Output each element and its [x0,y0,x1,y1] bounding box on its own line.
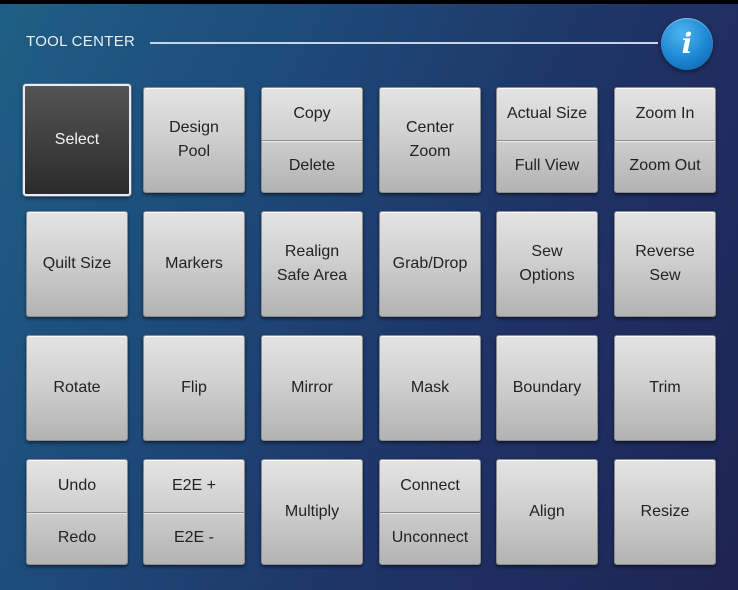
mask-button[interactable]: Mask [379,335,481,441]
align-button[interactable]: Align [496,459,598,565]
e2e-minus-button[interactable]: E2E - [144,513,244,565]
full-view-button[interactable]: Full View [497,141,597,193]
header-divider [150,42,658,44]
grab-drop-button[interactable]: Grab/Drop [379,211,481,317]
flip-button[interactable]: Flip [143,335,245,441]
rotate-button[interactable]: Rotate [26,335,128,441]
info-icon: i [681,27,693,60]
undo-button[interactable]: Undo [27,460,127,512]
zoom-out-button[interactable]: Zoom Out [615,141,715,193]
boundary-button[interactable]: Boundary [496,335,598,441]
center-zoom-button[interactable]: Center Zoom [379,87,481,193]
select-button[interactable]: Select [23,84,131,196]
info-button[interactable]: i [661,18,713,70]
resize-button[interactable]: Resize [614,459,716,565]
connect-button[interactable]: Connect [380,460,480,512]
size-view-button: Actual Size Full View [496,87,598,193]
actual-size-button[interactable]: Actual Size [497,88,597,140]
reverse-sew-button[interactable]: Reverse Sew [614,211,716,317]
redo-button[interactable]: Redo [27,513,127,565]
copy-delete-button: Copy Delete [261,87,363,193]
zoom-in-button[interactable]: Zoom In [615,88,715,140]
copy-button[interactable]: Copy [262,88,362,140]
realign-safe-area-button[interactable]: Realign Safe Area [261,211,363,317]
design-pool-button[interactable]: Design Pool [143,87,245,193]
e2e-plus-button[interactable]: E2E + [144,460,244,512]
sew-options-button[interactable]: Sew Options [496,211,598,317]
markers-button[interactable]: Markers [143,211,245,317]
connect-button-group: Connect Unconnect [379,459,481,565]
quilt-size-button[interactable]: Quilt Size [26,211,128,317]
trim-button[interactable]: Trim [614,335,716,441]
zoom-button: Zoom In Zoom Out [614,87,716,193]
panel-title: TOOL CENTER [26,33,136,50]
multiply-button[interactable]: Multiply [261,459,363,565]
undo-redo-button: Undo Redo [26,459,128,565]
mirror-button[interactable]: Mirror [261,335,363,441]
e2e-button: E2E + E2E - [143,459,245,565]
unconnect-button[interactable]: Unconnect [380,513,480,565]
delete-button[interactable]: Delete [262,141,362,193]
tool-center-panel: TOOL CENTER i Select Design Pool Copy De… [0,4,738,590]
